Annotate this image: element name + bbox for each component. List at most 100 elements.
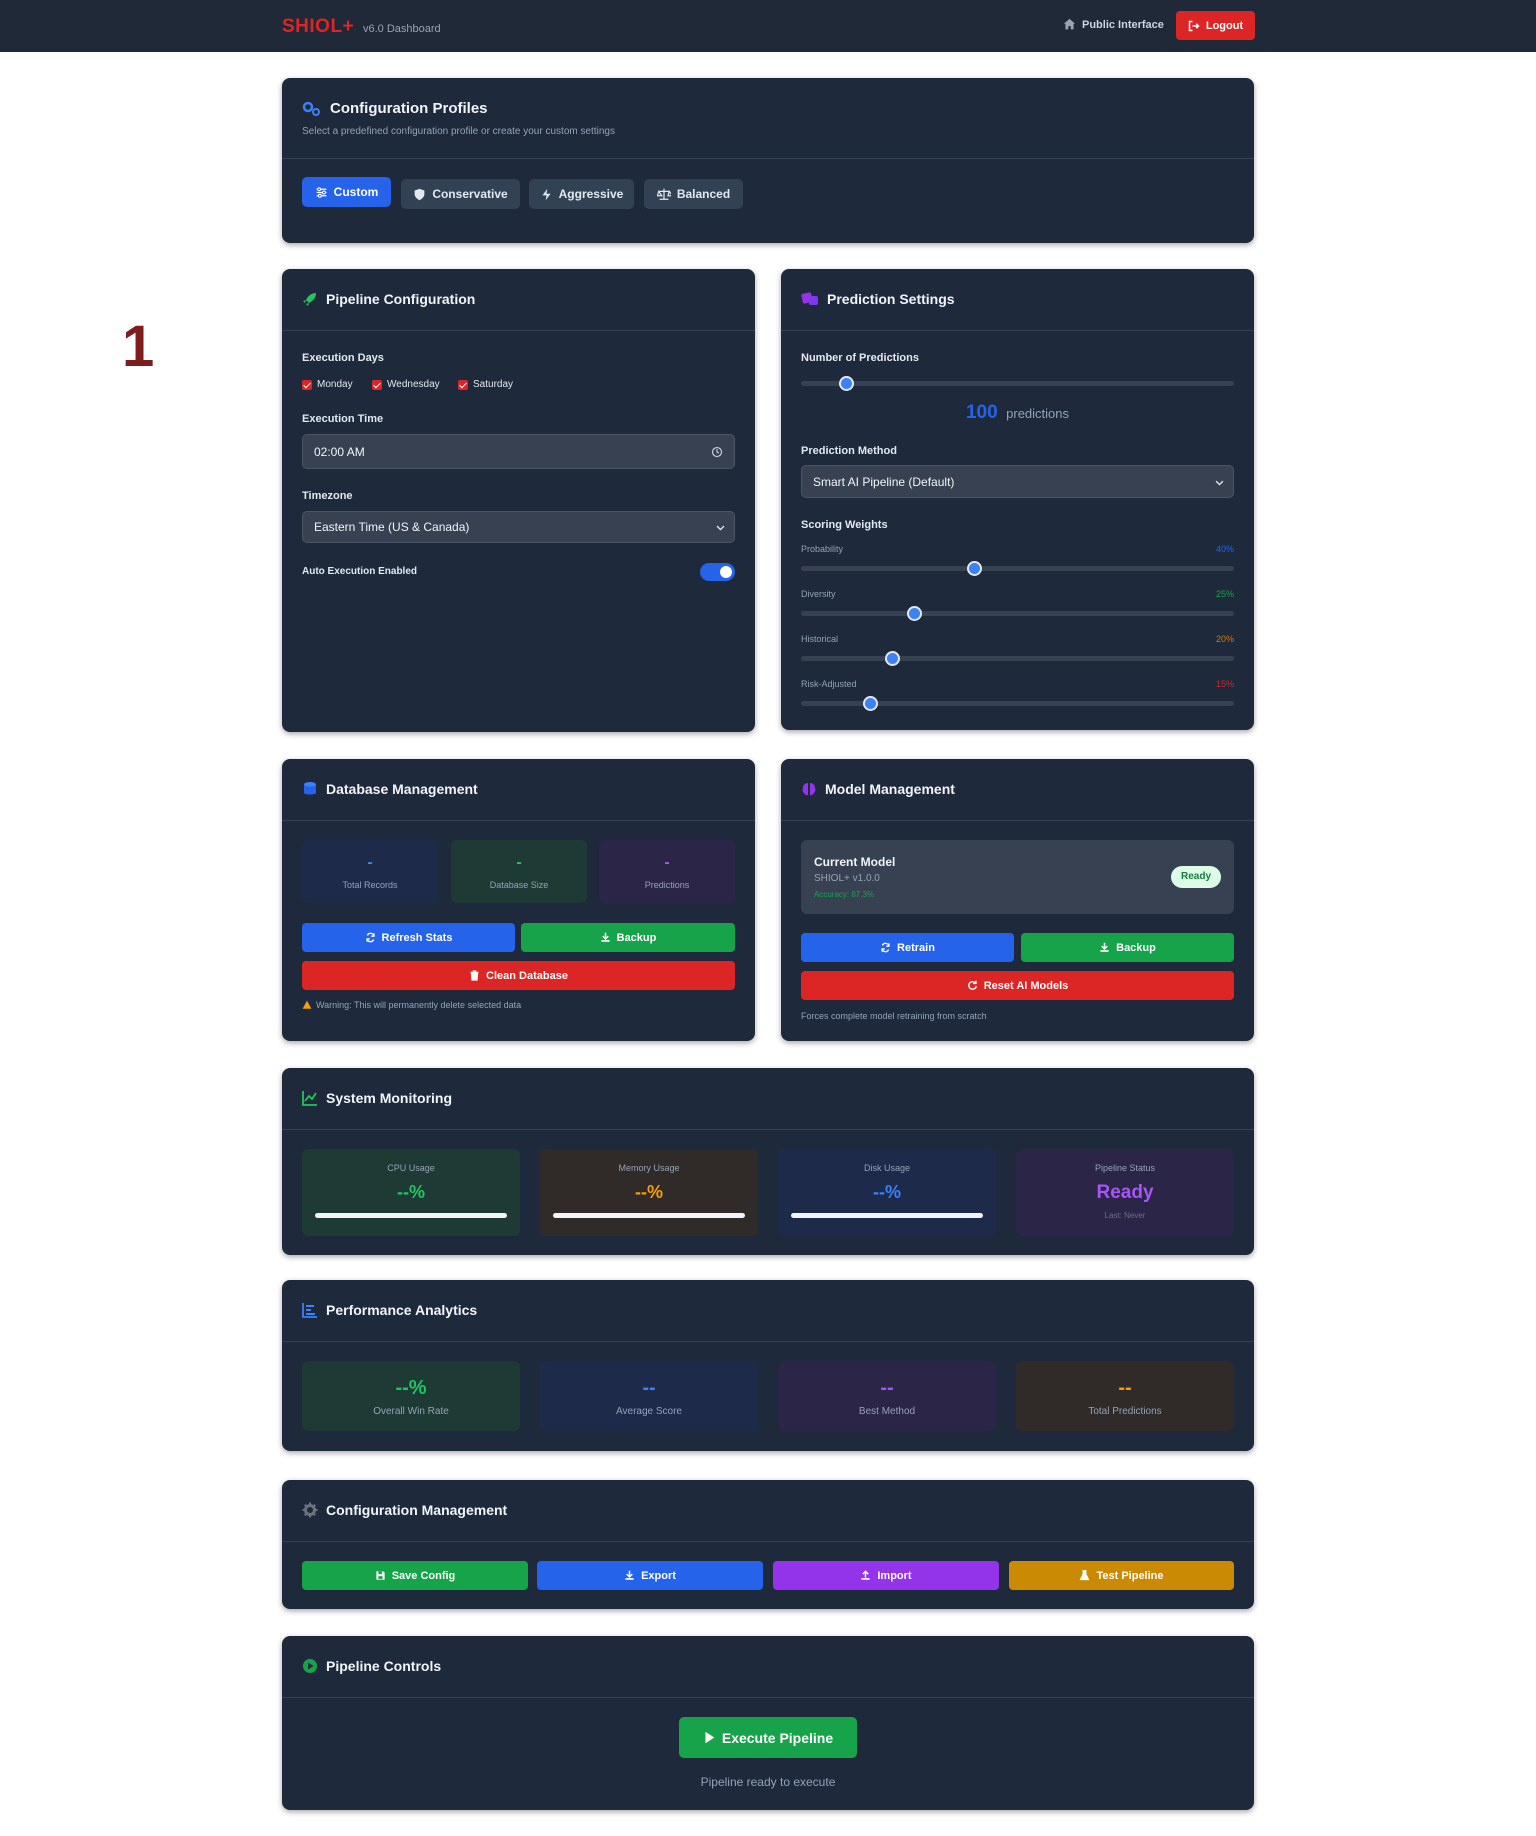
analytics-value: -- — [1118, 1377, 1132, 1399]
divider — [282, 1129, 1254, 1130]
sync-icon — [881, 942, 890, 953]
monitoring-title-text: System Monitoring — [326, 1090, 453, 1106]
configuration-profiles-card: Configuration Profiles Select a predefin… — [282, 78, 1254, 243]
clock-icon[interactable] — [711, 446, 723, 458]
monitor-label: Memory Usage — [618, 1163, 680, 1173]
auto-execution-toggle[interactable] — [700, 563, 735, 581]
day-wednesday-checkbox[interactable]: Wednesday — [372, 379, 440, 390]
trash-icon — [470, 970, 479, 981]
average-score-stat: -- Average Score — [540, 1361, 758, 1431]
database-size-stat: - Database Size — [451, 840, 587, 903]
export-button[interactable]: Export — [537, 1561, 763, 1590]
sync-icon — [365, 932, 375, 943]
download-icon — [601, 932, 610, 942]
checkbox-checked — [302, 379, 312, 390]
checkbox-checked — [372, 379, 382, 390]
save-icon — [376, 1571, 385, 1580]
retrain-button[interactable]: Retrain — [801, 933, 1014, 962]
database-size-value: - — [516, 854, 522, 871]
weight-slider[interactable] — [801, 696, 1234, 711]
monitor-label: CPU Usage — [387, 1163, 435, 1173]
divider — [781, 820, 1254, 821]
home-icon — [1063, 18, 1076, 30]
num-predictions-slider[interactable] — [801, 376, 1234, 391]
play-circle-icon — [303, 1659, 317, 1673]
logout-button[interactable]: Logout — [1176, 11, 1255, 40]
num-predictions-display: 100 predictions — [781, 402, 1254, 424]
weight-slider[interactable] — [801, 561, 1234, 576]
database-warning: Warning: This will permanently delete se… — [302, 1000, 521, 1010]
day-monday-checkbox[interactable]: Monday — [302, 379, 353, 390]
public-interface-label: Public Interface — [1082, 18, 1164, 31]
prediction-method-select[interactable]: Smart AI Pipeline (Default) — [801, 465, 1234, 498]
save-config-label: Save Config — [391, 1569, 456, 1582]
num-predictions-label: Number of Predictions — [801, 352, 919, 364]
bolt-icon — [542, 188, 551, 200]
database-backup-label: Backup — [616, 931, 657, 944]
cpu-usage-stat: CPU Usage --% — [302, 1149, 520, 1236]
profiles-title: Configuration Profiles — [302, 100, 488, 117]
profile-balanced-button[interactable]: Balanced — [644, 179, 743, 209]
timezone-label: Timezone — [302, 490, 353, 502]
timezone-select[interactable]: Eastern Time (US & Canada) — [302, 511, 735, 543]
prediction-settings-title: Prediction Settings — [801, 291, 955, 307]
import-label: Import — [877, 1569, 912, 1582]
profile-custom-button[interactable]: Custom — [302, 177, 391, 207]
predictions-count-stat: - Predictions — [599, 840, 735, 903]
chevron-down-icon — [1215, 480, 1224, 486]
day-saturday-label: Saturday — [473, 379, 514, 390]
execution-time-input[interactable]: 02:00 AM — [302, 434, 735, 469]
num-predictions-value: 100 — [965, 402, 998, 423]
profile-conservative-button[interactable]: Conservative — [401, 179, 520, 209]
dice-icon — [801, 292, 818, 305]
weight-risk-adjusted-label: Risk-Adjusted — [801, 679, 857, 689]
model-backup-button[interactable]: Backup — [1021, 933, 1234, 962]
total-records-value: - — [367, 854, 373, 871]
execution-days-label: Execution Days — [302, 352, 384, 364]
model-title-text: Model Management — [825, 781, 955, 797]
rocket-icon — [303, 293, 316, 306]
analytics-value: -- — [642, 1377, 656, 1399]
weight-slider[interactable] — [801, 606, 1234, 621]
execution-time-value: 02:00 AM — [314, 444, 365, 459]
timezone-value: Eastern Time (US & Canada) — [314, 520, 470, 534]
profile-balanced-label: Balanced — [676, 187, 731, 201]
predictions-count-value: - — [664, 854, 670, 871]
test-pipeline-button[interactable]: Test Pipeline — [1009, 1561, 1234, 1590]
refresh-stats-button[interactable]: Refresh Stats — [302, 923, 515, 952]
weight-value: 20% — [1215, 634, 1234, 644]
execute-pipeline-label: Execute Pipeline — [721, 1729, 834, 1746]
import-button[interactable]: Import — [773, 1561, 999, 1590]
analytics-title-text: Performance Analytics — [326, 1302, 478, 1318]
database-backup-button[interactable]: Backup — [521, 923, 735, 952]
current-model-panel: Current Model SHIOL+ v1.0.0 Accuracy: 87… — [801, 840, 1234, 914]
public-interface-link[interactable]: Public Interface — [1063, 18, 1164, 31]
monitoring-title: System Monitoring — [302, 1090, 452, 1106]
chart-line-icon — [302, 1091, 317, 1106]
usage-bar — [315, 1213, 507, 1218]
usage-bar — [791, 1213, 983, 1218]
predictions-count-label: Predictions — [644, 880, 690, 890]
weight-value: 40% — [1215, 544, 1234, 554]
pipeline-config-title-text: Pipeline Configuration — [326, 291, 476, 307]
clean-database-label: Clean Database — [486, 969, 568, 982]
slider-thumb[interactable] — [884, 651, 900, 666]
execute-pipeline-button[interactable]: Execute Pipeline — [679, 1717, 857, 1758]
reset-ai-models-button[interactable]: Reset AI Models — [801, 971, 1234, 1000]
clean-database-button[interactable]: Clean Database — [302, 961, 735, 990]
divider — [282, 1541, 1254, 1542]
day-saturday-checkbox[interactable]: Saturday — [458, 379, 513, 390]
analytics-value: -- — [880, 1377, 894, 1399]
brand-logo[interactable]: SHIOL+ — [282, 16, 354, 38]
weight-historical-label: Historical — [801, 634, 839, 644]
total-records-stat: - Total Records — [302, 840, 438, 903]
profile-aggressive-button[interactable]: Aggressive — [529, 179, 634, 209]
weight-slider[interactable] — [801, 651, 1234, 666]
save-config-button[interactable]: Save Config — [302, 1561, 528, 1590]
download-icon — [625, 1570, 634, 1580]
reset-ai-models-label: Reset AI Models — [983, 979, 1069, 992]
analytics-value: --% — [395, 1377, 427, 1399]
slider-thumb[interactable] — [906, 606, 922, 621]
redo-icon — [967, 980, 977, 990]
prediction-settings-title-text: Prediction Settings — [827, 291, 955, 307]
